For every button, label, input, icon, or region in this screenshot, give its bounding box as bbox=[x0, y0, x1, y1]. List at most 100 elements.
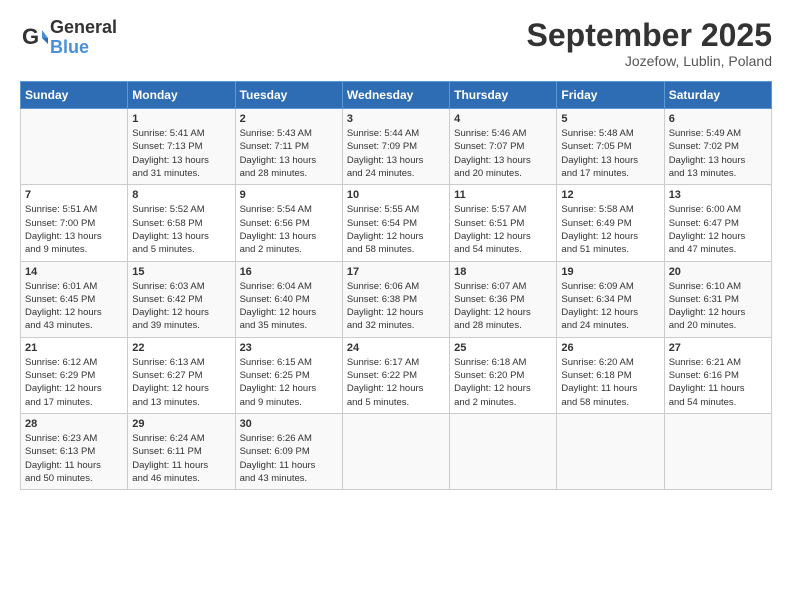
day-info: Sunrise: 5:52 AMSunset: 6:58 PMDaylight:… bbox=[132, 203, 230, 256]
day-of-week-header: Thursday bbox=[450, 82, 557, 109]
calendar-cell: 4 Sunrise: 5:46 AMSunset: 7:07 PMDaylight… bbox=[450, 109, 557, 185]
day-number: 3 bbox=[347, 113, 445, 125]
day-info: Sunrise: 5:44 AMSunset: 7:09 PMDaylight:… bbox=[347, 127, 445, 180]
day-info: Sunrise: 5:49 AMSunset: 7:02 PMDaylight:… bbox=[669, 127, 767, 180]
day-number: 14 bbox=[25, 266, 123, 278]
logo: G General Blue bbox=[20, 18, 117, 58]
calendar-cell bbox=[21, 109, 128, 185]
day-info: Sunrise: 6:03 AMSunset: 6:42 PMDaylight:… bbox=[132, 280, 230, 333]
calendar-cell: 18 Sunrise: 6:07 AMSunset: 6:36 PMDayligh… bbox=[450, 261, 557, 337]
day-number: 5 bbox=[561, 113, 659, 125]
day-number: 18 bbox=[454, 266, 552, 278]
calendar-cell bbox=[342, 413, 449, 489]
page-title: September 2025 bbox=[527, 18, 772, 53]
day-number: 25 bbox=[454, 342, 552, 354]
day-number: 30 bbox=[240, 418, 338, 430]
calendar-cell: 3 Sunrise: 5:44 AMSunset: 7:09 PMDaylight… bbox=[342, 109, 449, 185]
calendar-cell: 5 Sunrise: 5:48 AMSunset: 7:05 PMDaylight… bbox=[557, 109, 664, 185]
day-info: Sunrise: 6:06 AMSunset: 6:38 PMDaylight:… bbox=[347, 280, 445, 333]
calendar-header-row: SundayMondayTuesdayWednesdayThursdayFrid… bbox=[21, 82, 772, 109]
calendar-week-row: 28 Sunrise: 6:23 AMSunset: 6:13 PMDayligh… bbox=[21, 413, 772, 489]
calendar-cell: 22 Sunrise: 6:13 AMSunset: 6:27 PMDayligh… bbox=[128, 337, 235, 413]
day-number: 23 bbox=[240, 342, 338, 354]
day-info: Sunrise: 6:10 AMSunset: 6:31 PMDaylight:… bbox=[669, 280, 767, 333]
calendar-week-row: 1Sunrise: 5:41 AMSunset: 7:13 PMDaylight… bbox=[21, 109, 772, 185]
day-number: 19 bbox=[561, 266, 659, 278]
logo-icon: G bbox=[20, 24, 48, 52]
day-of-week-header: Monday bbox=[128, 82, 235, 109]
calendar-cell: 14 Sunrise: 6:01 AMSunset: 6:45 PMDayligh… bbox=[21, 261, 128, 337]
day-number: 1 bbox=[132, 113, 230, 125]
day-info: Sunrise: 5:57 AMSunset: 6:51 PMDaylight:… bbox=[454, 203, 552, 256]
day-info: Sunrise: 5:48 AMSunset: 7:05 PMDaylight:… bbox=[561, 127, 659, 180]
day-info: Sunrise: 6:21 AMSunset: 6:16 PMDaylight:… bbox=[669, 356, 767, 409]
day-info: Sunrise: 6:00 AMSunset: 6:47 PMDaylight:… bbox=[669, 203, 767, 256]
calendar-cell: 7 Sunrise: 5:51 AMSunset: 7:00 PMDaylight… bbox=[21, 185, 128, 261]
day-info: Sunrise: 6:24 AMSunset: 6:11 PMDaylight:… bbox=[132, 432, 230, 485]
day-info: Sunrise: 6:26 AMSunset: 6:09 PMDaylight:… bbox=[240, 432, 338, 485]
day-number: 10 bbox=[347, 189, 445, 201]
calendar-cell: 28 Sunrise: 6:23 AMSunset: 6:13 PMDayligh… bbox=[21, 413, 128, 489]
calendar-cell: 19 Sunrise: 6:09 AMSunset: 6:34 PMDayligh… bbox=[557, 261, 664, 337]
day-info: Sunrise: 5:54 AMSunset: 6:56 PMDaylight:… bbox=[240, 203, 338, 256]
svg-text:G: G bbox=[22, 24, 39, 49]
day-info: Sunrise: 5:46 AMSunset: 7:07 PMDaylight:… bbox=[454, 127, 552, 180]
day-number: 28 bbox=[25, 418, 123, 430]
day-number: 13 bbox=[669, 189, 767, 201]
day-number: 8 bbox=[132, 189, 230, 201]
calendar-cell: 29Sunrise: 6:24 AMSunset: 6:11 PMDayligh… bbox=[128, 413, 235, 489]
day-info: Sunrise: 6:18 AMSunset: 6:20 PMDaylight:… bbox=[454, 356, 552, 409]
day-number: 9 bbox=[240, 189, 338, 201]
day-info: Sunrise: 6:17 AMSunset: 6:22 PMDaylight:… bbox=[347, 356, 445, 409]
day-of-week-header: Saturday bbox=[664, 82, 771, 109]
day-number: 4 bbox=[454, 113, 552, 125]
calendar-cell bbox=[664, 413, 771, 489]
day-of-week-header: Wednesday bbox=[342, 82, 449, 109]
day-number: 21 bbox=[25, 342, 123, 354]
day-info: Sunrise: 5:43 AMSunset: 7:11 PMDaylight:… bbox=[240, 127, 338, 180]
day-of-week-header: Friday bbox=[557, 82, 664, 109]
day-info: Sunrise: 6:07 AMSunset: 6:36 PMDaylight:… bbox=[454, 280, 552, 333]
calendar-week-row: 7 Sunrise: 5:51 AMSunset: 7:00 PMDaylight… bbox=[21, 185, 772, 261]
page-header: G General Blue September 2025 Jozefow, L… bbox=[20, 18, 772, 69]
logo-line2: Blue bbox=[50, 38, 117, 58]
calendar-cell: 10 Sunrise: 5:55 AMSunset: 6:54 PMDayligh… bbox=[342, 185, 449, 261]
day-number: 27 bbox=[669, 342, 767, 354]
day-info: Sunrise: 6:12 AMSunset: 6:29 PMDaylight:… bbox=[25, 356, 123, 409]
calendar-cell: 2 Sunrise: 5:43 AMSunset: 7:11 PMDaylight… bbox=[235, 109, 342, 185]
calendar-cell: 26Sunrise: 6:20 AMSunset: 6:18 PMDayligh… bbox=[557, 337, 664, 413]
day-info: Sunrise: 6:01 AMSunset: 6:45 PMDaylight:… bbox=[25, 280, 123, 333]
calendar-table: SundayMondayTuesdayWednesdayThursdayFrid… bbox=[20, 81, 772, 490]
day-number: 15 bbox=[132, 266, 230, 278]
day-number: 24 bbox=[347, 342, 445, 354]
calendar-cell: 1Sunrise: 5:41 AMSunset: 7:13 PMDaylight… bbox=[128, 109, 235, 185]
day-info: Sunrise: 5:55 AMSunset: 6:54 PMDaylight:… bbox=[347, 203, 445, 256]
day-info: Sunrise: 6:15 AMSunset: 6:25 PMDaylight:… bbox=[240, 356, 338, 409]
day-number: 7 bbox=[25, 189, 123, 201]
day-number: 26 bbox=[561, 342, 659, 354]
day-number: 16 bbox=[240, 266, 338, 278]
title-block: September 2025 Jozefow, Lublin, Poland bbox=[527, 18, 772, 69]
day-info: Sunrise: 6:13 AMSunset: 6:27 PMDaylight:… bbox=[132, 356, 230, 409]
calendar-cell: 24 Sunrise: 6:17 AMSunset: 6:22 PMDayligh… bbox=[342, 337, 449, 413]
calendar-cell: 20Sunrise: 6:10 AMSunset: 6:31 PMDayligh… bbox=[664, 261, 771, 337]
calendar-cell: 30 Sunrise: 6:26 AMSunset: 6:09 PMDayligh… bbox=[235, 413, 342, 489]
calendar-cell: 16Sunrise: 6:04 AMSunset: 6:40 PMDayligh… bbox=[235, 261, 342, 337]
calendar-week-row: 21 Sunrise: 6:12 AMSunset: 6:29 PMDayligh… bbox=[21, 337, 772, 413]
calendar-cell: 21 Sunrise: 6:12 AMSunset: 6:29 PMDayligh… bbox=[21, 337, 128, 413]
calendar-cell: 25 Sunrise: 6:18 AMSunset: 6:20 PMDayligh… bbox=[450, 337, 557, 413]
day-number: 22 bbox=[132, 342, 230, 354]
calendar-cell bbox=[557, 413, 664, 489]
calendar-cell: 12Sunrise: 5:58 AMSunset: 6:49 PMDayligh… bbox=[557, 185, 664, 261]
day-number: 6 bbox=[669, 113, 767, 125]
calendar-cell: 6 Sunrise: 5:49 AMSunset: 7:02 PMDaylight… bbox=[664, 109, 771, 185]
day-info: Sunrise: 5:51 AMSunset: 7:00 PMDaylight:… bbox=[25, 203, 123, 256]
day-info: Sunrise: 6:09 AMSunset: 6:34 PMDaylight:… bbox=[561, 280, 659, 333]
day-info: Sunrise: 6:23 AMSunset: 6:13 PMDaylight:… bbox=[25, 432, 123, 485]
day-number: 2 bbox=[240, 113, 338, 125]
calendar-cell: 11Sunrise: 5:57 AMSunset: 6:51 PMDayligh… bbox=[450, 185, 557, 261]
day-of-week-header: Sunday bbox=[21, 82, 128, 109]
calendar-cell: 17Sunrise: 6:06 AMSunset: 6:38 PMDayligh… bbox=[342, 261, 449, 337]
logo-line1: General bbox=[50, 18, 117, 38]
calendar-cell: 23 Sunrise: 6:15 AMSunset: 6:25 PMDayligh… bbox=[235, 337, 342, 413]
